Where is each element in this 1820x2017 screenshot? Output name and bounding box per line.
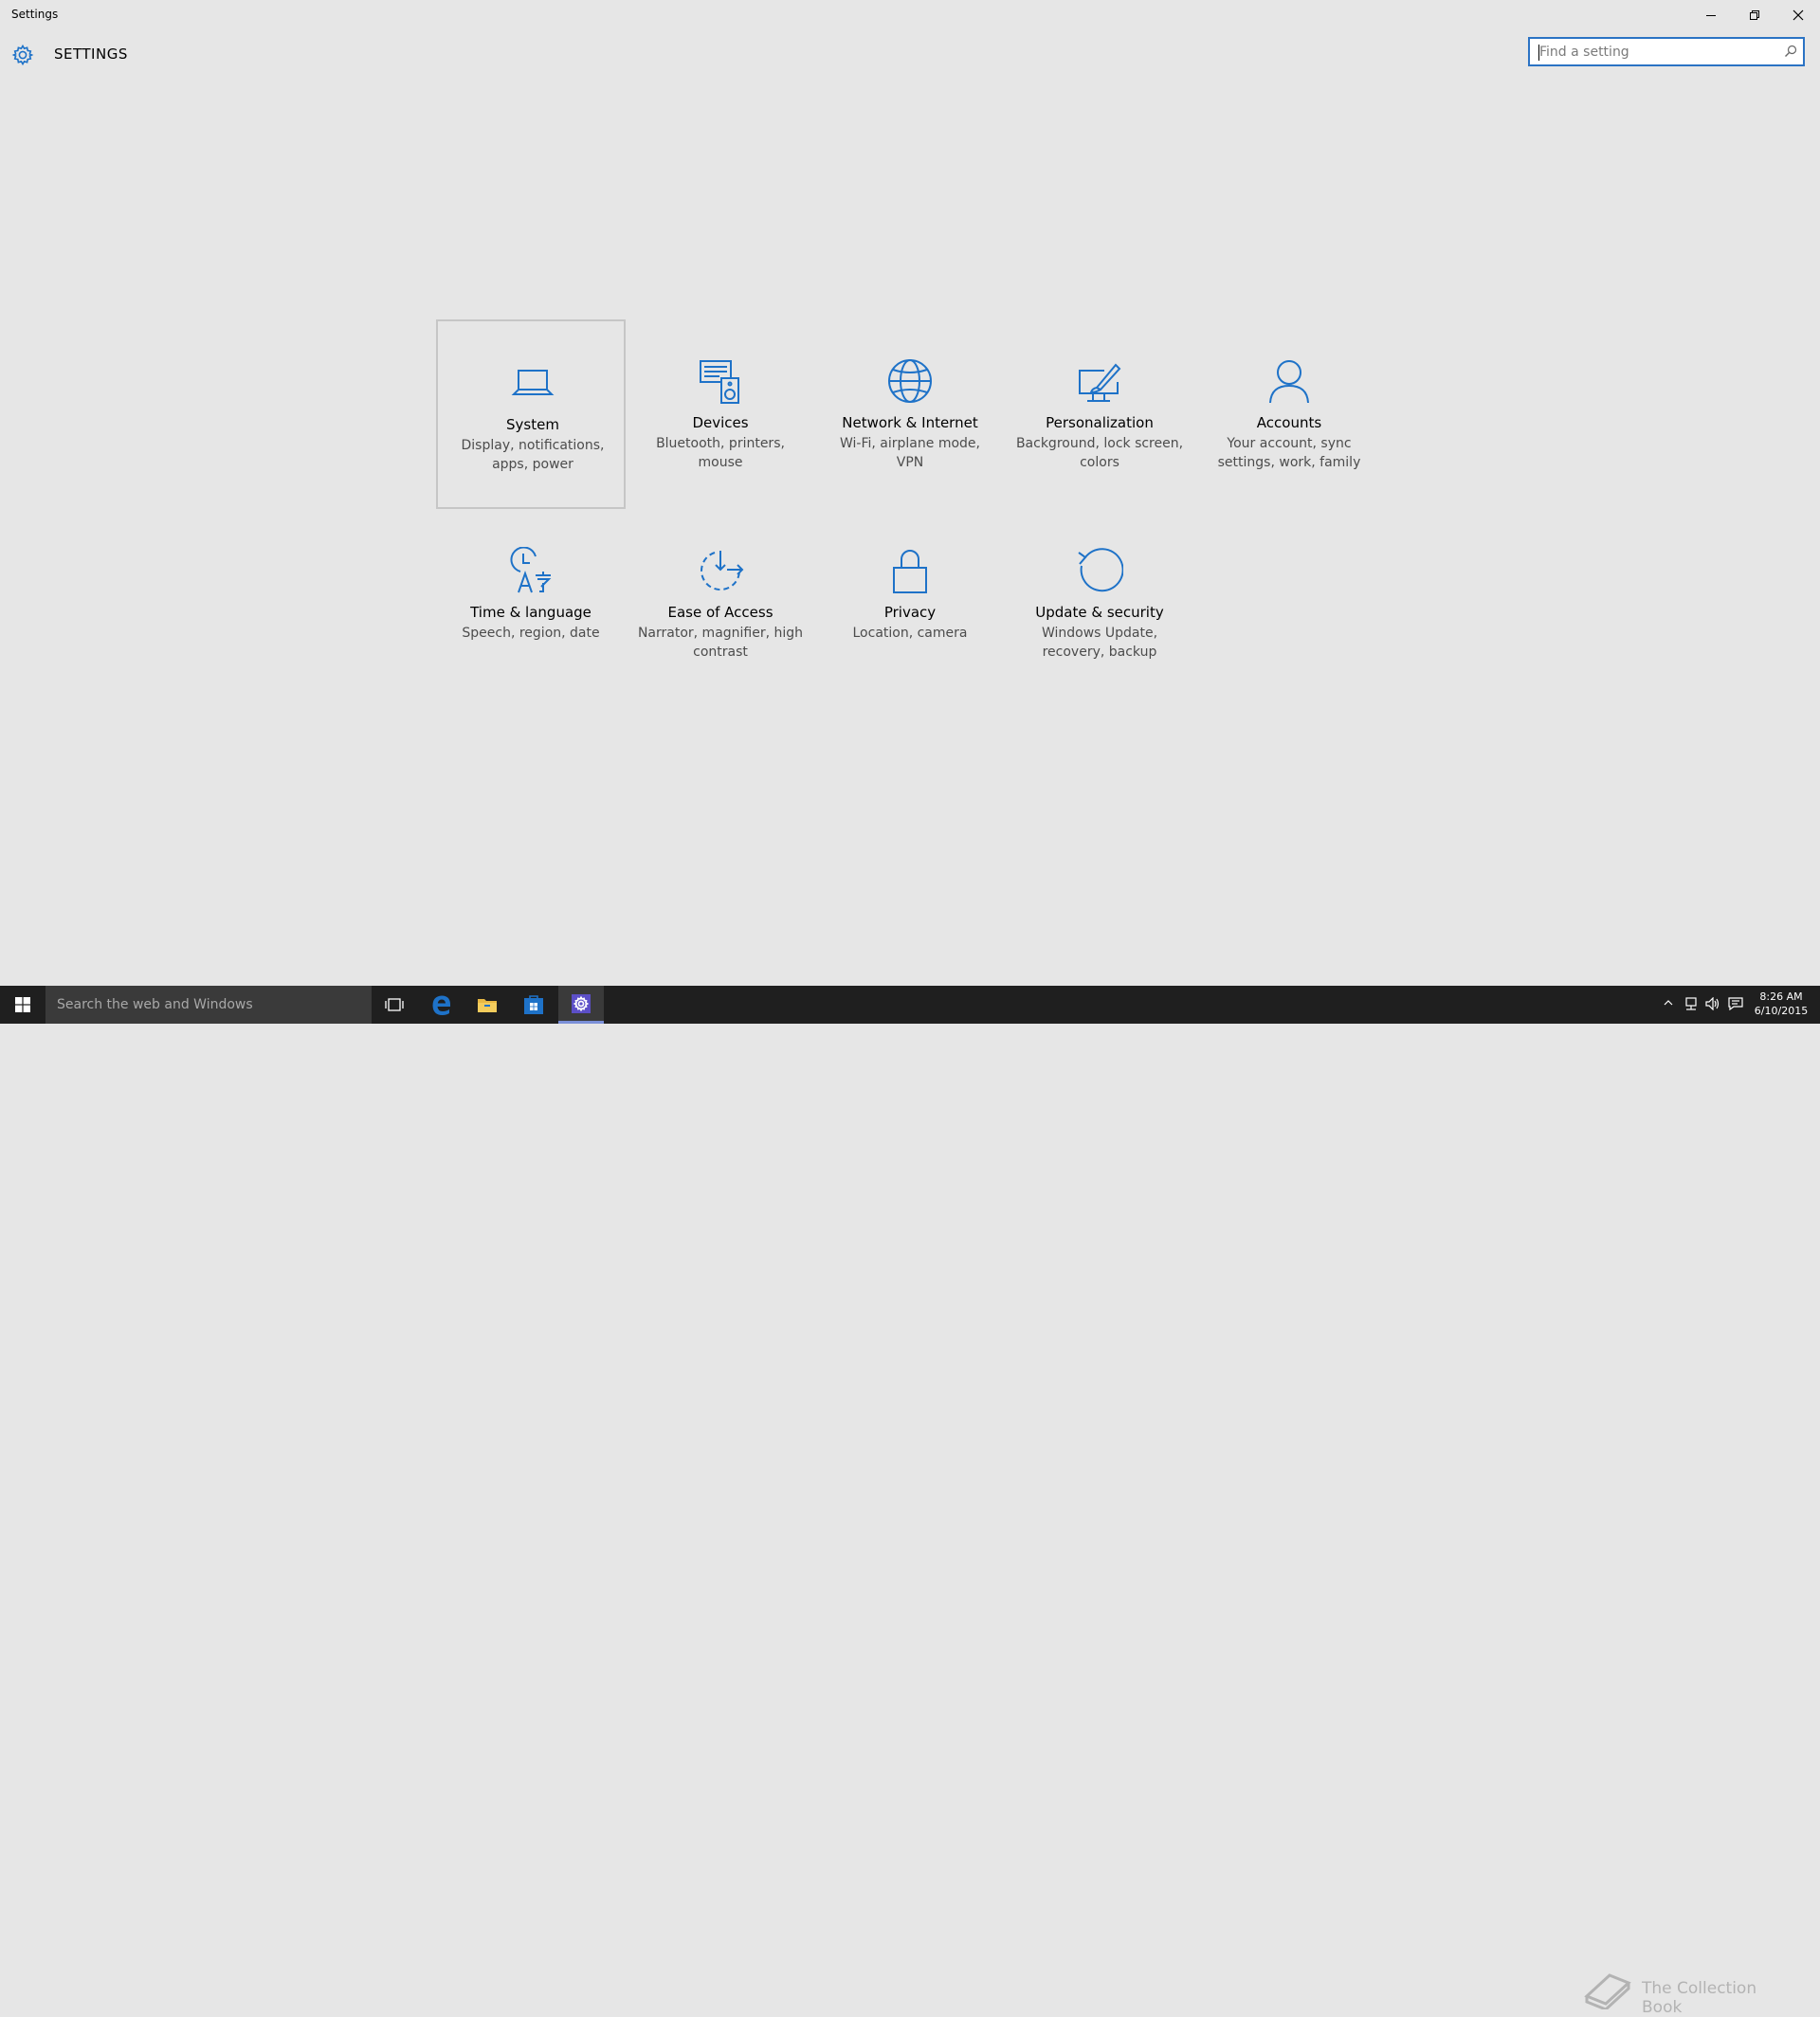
tile-time-language[interactable]: Time & language Speech, region, date: [436, 509, 626, 699]
tile-description: Windows Update, recovery, backup: [1041, 626, 1158, 660]
settings-gear-icon: [572, 993, 591, 1013]
refresh-icon: [1078, 548, 1123, 592]
globe-icon: [888, 359, 932, 403]
edge-browser-button[interactable]: [419, 986, 464, 1024]
person-icon: [1269, 360, 1309, 404]
tile-name: System: [506, 416, 559, 433]
close-icon: [1793, 9, 1804, 21]
taskbar-search-placeholder: Search the web and Windows: [57, 997, 253, 1012]
tile-network-internet[interactable]: Network & Internet Wi-Fi, airplane mode,…: [815, 319, 1005, 509]
tile-description: Background, lock screen, colors: [1015, 436, 1184, 470]
tile-description: Wi-Fi, airplane mode, VPN: [840, 436, 980, 470]
file-explorer-button[interactable]: [464, 986, 510, 1024]
tile-name: Devices: [692, 414, 749, 431]
tile-description: Narrator, magnifier, high contrast: [637, 626, 804, 660]
paintbrush-icon: [1079, 363, 1121, 402]
watermark-logo: The Collection Book: [1581, 1968, 1799, 2017]
search-input[interactable]: [1539, 44, 1767, 61]
volume-icon[interactable]: [1705, 997, 1720, 1010]
laptop-icon: [511, 370, 555, 395]
search-icon[interactable]: [1784, 45, 1797, 58]
restore-button[interactable]: [1733, 0, 1776, 30]
show-hidden-icons-chevron-icon[interactable]: [1663, 997, 1674, 1008]
taskbar: Search the web and Windows The Collectio…: [0, 986, 1820, 2017]
tile-name: Privacy: [883, 604, 937, 621]
taskbar-search-box[interactable]: Search the web and Windows: [46, 986, 372, 1024]
settings-grid: System Display, notifications, apps, pow…: [436, 319, 1384, 699]
settings-window: Settings SETTINGS Find a setting System …: [0, 0, 1820, 986]
book-icon: [1584, 1973, 1631, 2011]
tile-accounts[interactable]: Accounts Your account, sync settings, wo…: [1194, 319, 1384, 509]
store-button[interactable]: [511, 986, 556, 1024]
tile-system[interactable]: System Display, notifications, apps, pow…: [436, 319, 626, 509]
tile-description: Your account, sync settings, work, famil…: [1217, 436, 1361, 470]
tile-description: Bluetooth, printers, mouse: [656, 436, 785, 470]
folder-icon: [478, 999, 497, 1012]
window-title: Settings: [11, 8, 59, 21]
find-setting-box[interactable]: [1528, 37, 1805, 66]
tile-name: Update & security: [1035, 604, 1164, 621]
gear-icon: [11, 44, 34, 66]
tile-devices[interactable]: Devices Bluetooth, printers, mouse: [626, 319, 815, 509]
edge-icon: [432, 995, 450, 1015]
tile-description: Location, camera: [852, 626, 968, 641]
tile-name: Ease of Access: [667, 604, 774, 621]
minimize-icon: [1706, 15, 1716, 16]
store-icon: [524, 995, 543, 1014]
lock-icon: [893, 550, 927, 593]
task-view-button[interactable]: [372, 986, 417, 1024]
time-language-icon: [510, 547, 552, 593]
page-title: SETTINGS: [54, 45, 128, 63]
caption-buttons: [1689, 0, 1820, 30]
network-icon[interactable]: [1684, 997, 1699, 1010]
tile-name: Time & language: [470, 604, 592, 621]
tile-name: Personalization: [1046, 414, 1154, 431]
clock-time: 8:26 AM: [1759, 990, 1803, 1003]
tile-description: Display, notifications, apps, power: [461, 438, 605, 472]
tile-update-security[interactable]: Update & security Windows Update, recove…: [1005, 509, 1194, 699]
tile-privacy[interactable]: Privacy Location, camera: [815, 509, 1005, 699]
windows-logo-icon: [15, 997, 30, 1012]
tile-description: Speech, region, date: [462, 626, 600, 641]
clock-date: 6/10/2015: [1754, 1005, 1809, 1017]
action-center-icon[interactable]: [1728, 997, 1743, 1010]
title-bar[interactable]: Settings: [0, 0, 1820, 30]
restore-icon: [1750, 10, 1759, 20]
taskbar-clock[interactable]: 8:26 AM 6/10/2015: [1749, 990, 1813, 1018]
tile-name: Accounts: [1256, 414, 1322, 431]
tile-name: Network & Internet: [842, 414, 978, 431]
tile-ease-of-access[interactable]: Ease of Access Narrator, magnifier, high…: [626, 509, 815, 699]
devices-icon: [700, 360, 739, 404]
ease-of-access-icon: [701, 551, 744, 591]
minimize-button[interactable]: [1689, 0, 1733, 30]
start-button[interactable]: [0, 986, 46, 1024]
tile-personalization[interactable]: Personalization Background, lock screen,…: [1005, 319, 1194, 509]
close-button[interactable]: [1776, 0, 1820, 30]
task-view-icon: [385, 998, 404, 1011]
settings-taskbar-button[interactable]: [558, 986, 604, 1024]
watermark-text: The Collection Book: [1642, 1979, 1757, 2017]
